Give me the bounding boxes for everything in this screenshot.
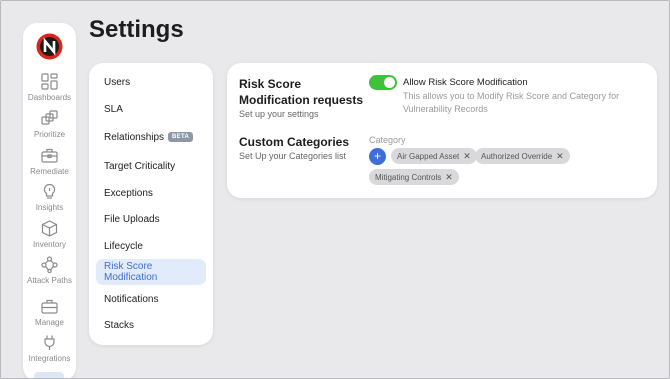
allow-risk-modification-toggle[interactable]	[369, 75, 397, 90]
cube-icon	[41, 220, 58, 237]
network-icon	[41, 256, 58, 273]
menu-item-label: Users	[104, 76, 131, 88]
chip-label: Mitigating Controls	[375, 172, 442, 182]
menu-item-users[interactable]: Users	[96, 69, 206, 95]
remove-chip-icon[interactable]: ✕	[463, 151, 471, 162]
toggle-description: This allows you to Modify Risk Score and…	[403, 91, 620, 114]
menu-item-label: Notifications	[104, 293, 159, 305]
categories-section-title: Custom Categories	[239, 135, 350, 149]
menu-item-label: File Uploads	[104, 213, 160, 225]
menu-item-relationships[interactable]: Relationships BETA	[96, 124, 206, 150]
layers-icon	[41, 110, 58, 125]
sidebar-item-label: Inventory	[33, 240, 66, 249]
toolbox-icon	[41, 148, 58, 163]
menu-item-label: Lifecycle	[104, 240, 143, 252]
sidebar-item-label: Prioritize	[33, 130, 66, 139]
menu-item-label: Risk Score Modification	[104, 261, 158, 283]
toggle-label: Allow Risk Score Modification	[403, 77, 528, 88]
menu-item-lifecycle[interactable]: Lifecycle	[96, 233, 206, 259]
category-chip: Air Gapped Asset ✕	[391, 148, 477, 164]
sidebar: Dashboards Prioritize Remediate Insights…	[23, 23, 76, 379]
menu-item-label: Stacks	[104, 319, 135, 331]
sidebar-item-dashboards[interactable]: Dashboards	[23, 73, 76, 103]
risk-section-title: Risk Score Modification requests	[239, 77, 364, 107]
remove-chip-icon[interactable]: ✕	[556, 151, 564, 162]
menu-item-label: Target Criticality	[104, 160, 176, 172]
lightbulb-icon	[43, 183, 56, 199]
risk-score-settings-card: Risk Score Modification requests Set up …	[227, 63, 657, 198]
sidebar-item-label: Dashboards	[27, 93, 72, 102]
remove-chip-icon[interactable]: ✕	[445, 172, 453, 183]
category-chip: Authorized Override ✕	[475, 148, 570, 164]
briefcase-icon	[41, 299, 58, 314]
sidebar-item-label: Attack Paths	[27, 276, 72, 285]
category-chip: Mitigating Controls ✕	[369, 169, 459, 185]
menu-item-sla[interactable]: SLA	[96, 96, 206, 122]
toggle-knob	[384, 77, 395, 88]
chip-label: Authorized Override	[481, 151, 553, 161]
sidebar-item-remediate[interactable]: Remediate	[23, 147, 76, 177]
sidebar-item-label: Insights	[35, 203, 64, 212]
sidebar-item-prioritize[interactable]: Prioritize	[23, 110, 76, 140]
risk-section-subtitle: Set up your settings	[239, 109, 319, 119]
beta-badge: BETA	[168, 132, 194, 142]
menu-item-label: Exceptions	[104, 187, 153, 199]
page-title: Settings	[89, 16, 184, 43]
menu-item-exceptions[interactable]: Exceptions	[96, 180, 206, 206]
sidebar-item-settings-indicator[interactable]	[34, 372, 64, 379]
settings-menu: Users SLA Relationships BETA Target Crit…	[89, 63, 213, 345]
menu-item-target-criticality[interactable]: Target Criticality	[96, 153, 206, 179]
category-field-label: Category	[369, 135, 406, 145]
dashboard-icon	[41, 73, 58, 90]
menu-item-label: Relationships	[104, 131, 165, 143]
sidebar-item-inventory[interactable]: Inventory	[23, 220, 76, 250]
sidebar-item-integrations[interactable]: Integrations	[23, 334, 76, 364]
sidebar-item-manage[interactable]: Manage	[23, 298, 76, 328]
menu-item-stacks[interactable]: Stacks	[96, 312, 206, 338]
sidebar-item-insights[interactable]: Insights	[23, 183, 76, 213]
chip-label: Air Gapped Asset	[397, 151, 460, 161]
sidebar-item-label: Manage	[35, 318, 64, 327]
menu-item-file-uploads[interactable]: File Uploads	[96, 206, 206, 232]
plug-icon	[44, 335, 55, 350]
add-category-button[interactable]: +	[369, 148, 386, 165]
menu-item-notifications[interactable]: Notifications	[96, 286, 206, 312]
sidebar-item-attack-paths[interactable]: Attack Paths	[23, 256, 76, 286]
sidebar-item-label: Remediate	[30, 167, 69, 176]
menu-item-label: SLA	[104, 103, 123, 115]
categories-section-subtitle: Set Up your Categories list	[239, 151, 347, 161]
sidebar-item-label: Integrations	[28, 354, 71, 363]
menu-item-risk-score-modification[interactable]: Risk Score Modification	[96, 259, 206, 285]
app-logo-icon[interactable]	[36, 33, 63, 60]
